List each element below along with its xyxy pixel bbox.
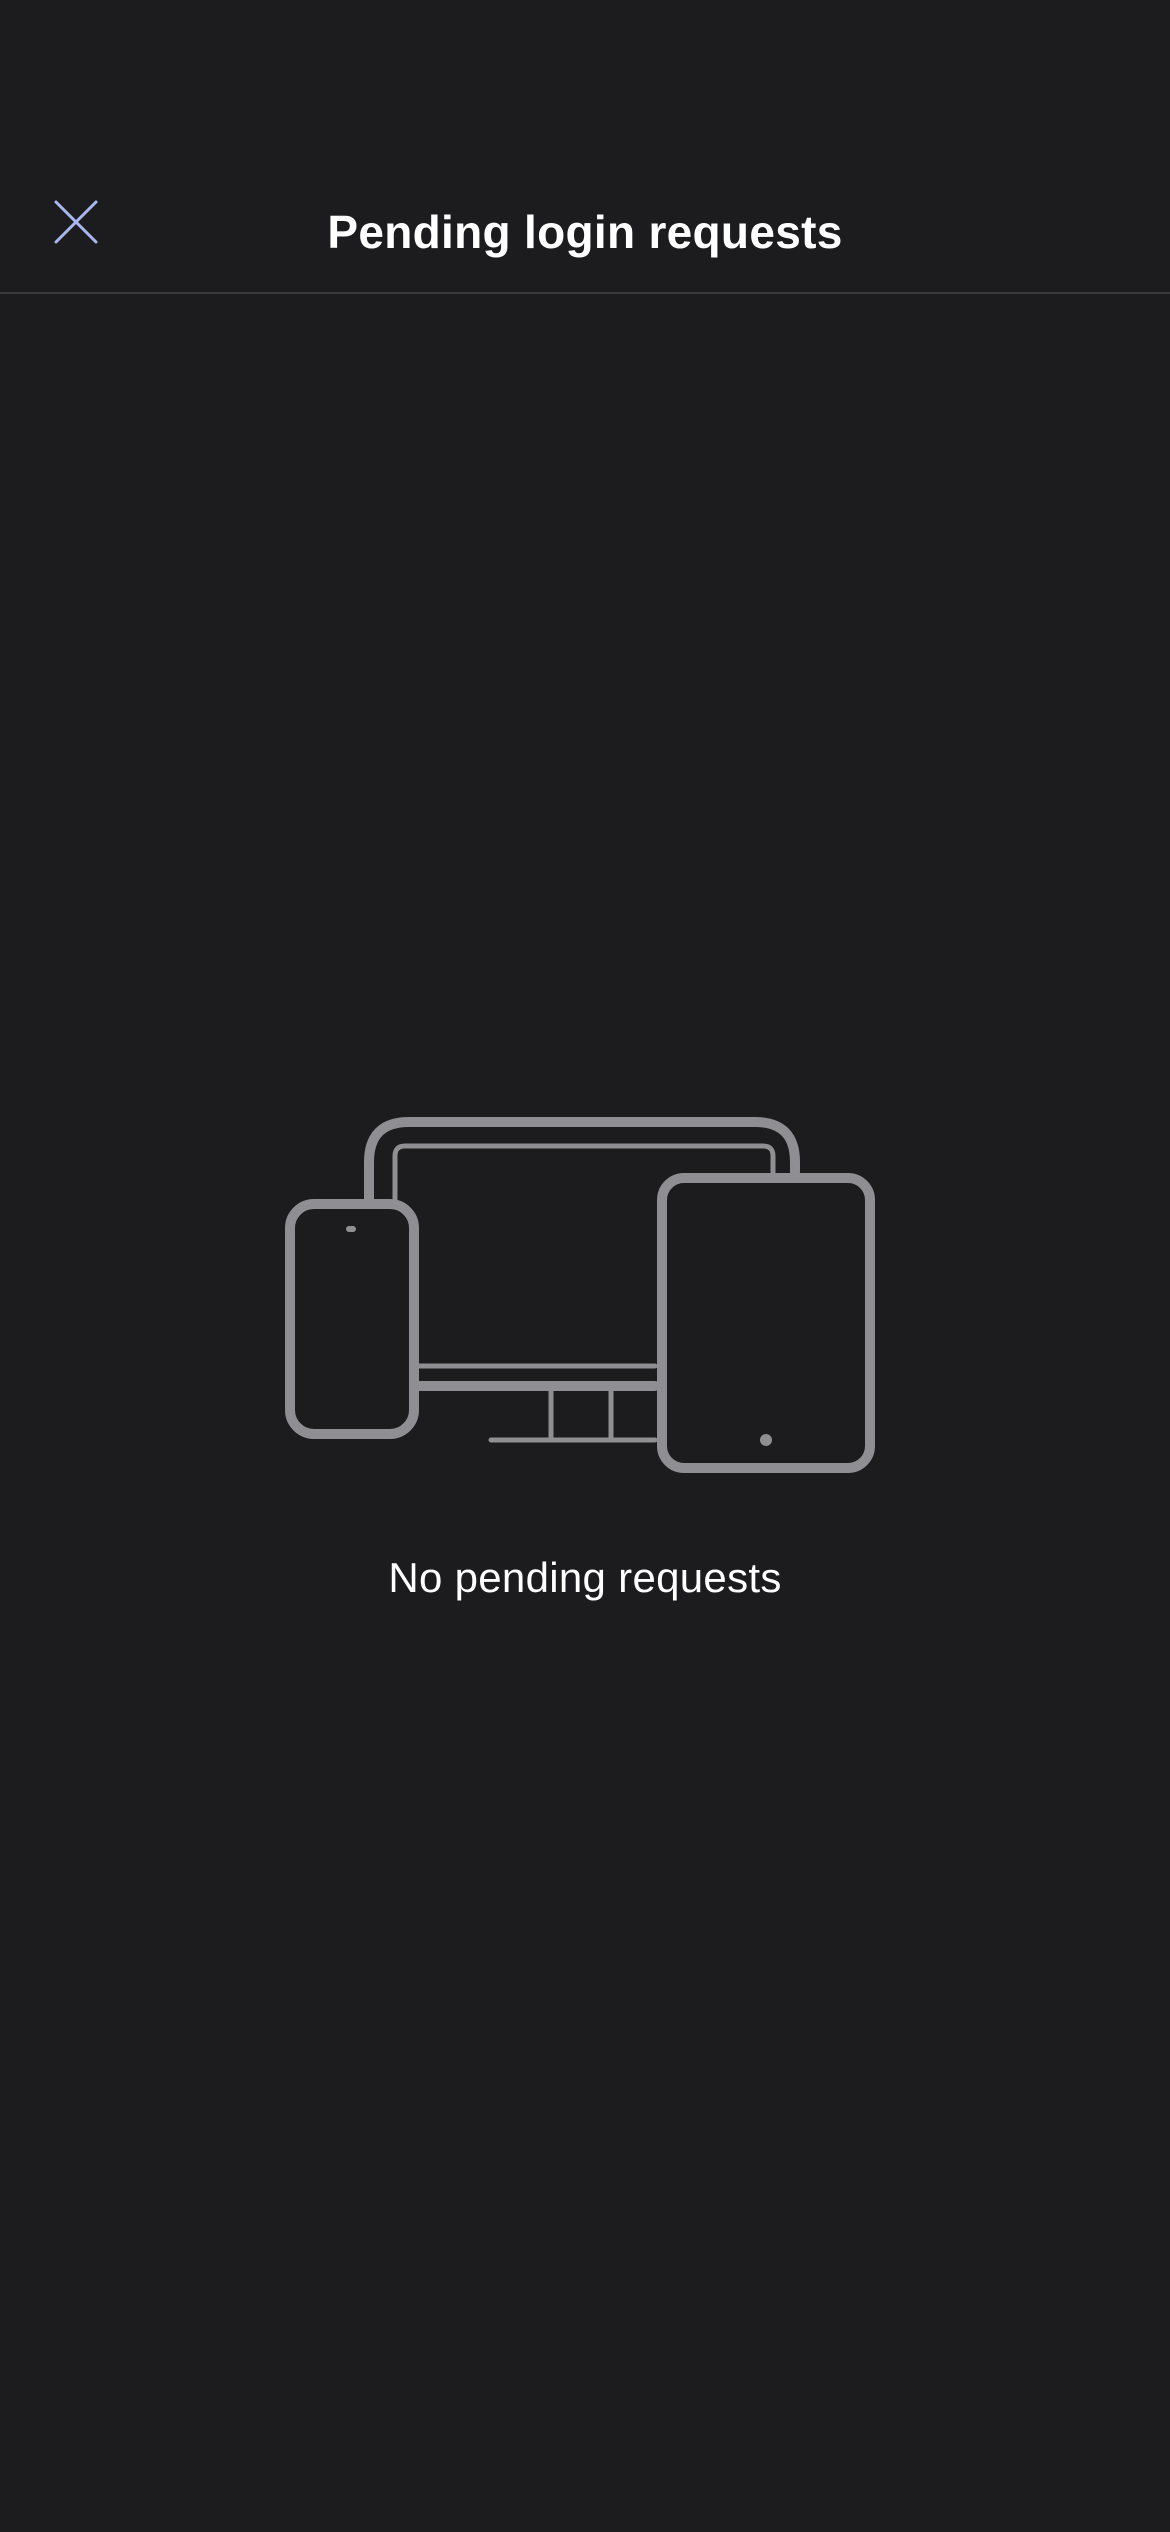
phone-outline [285,1199,419,1439]
empty-state-message: No pending requests [388,1554,782,1601]
status-bar-area [0,0,1170,160]
pending-login-requests-screen: Pending login requests No pending reques… [0,0,1170,2532]
tablet-outline [657,1173,875,1473]
page-title: Pending login requests [327,206,843,258]
empty-state: No pending requests [0,1110,1170,1608]
devices-icon [285,1117,875,1473]
